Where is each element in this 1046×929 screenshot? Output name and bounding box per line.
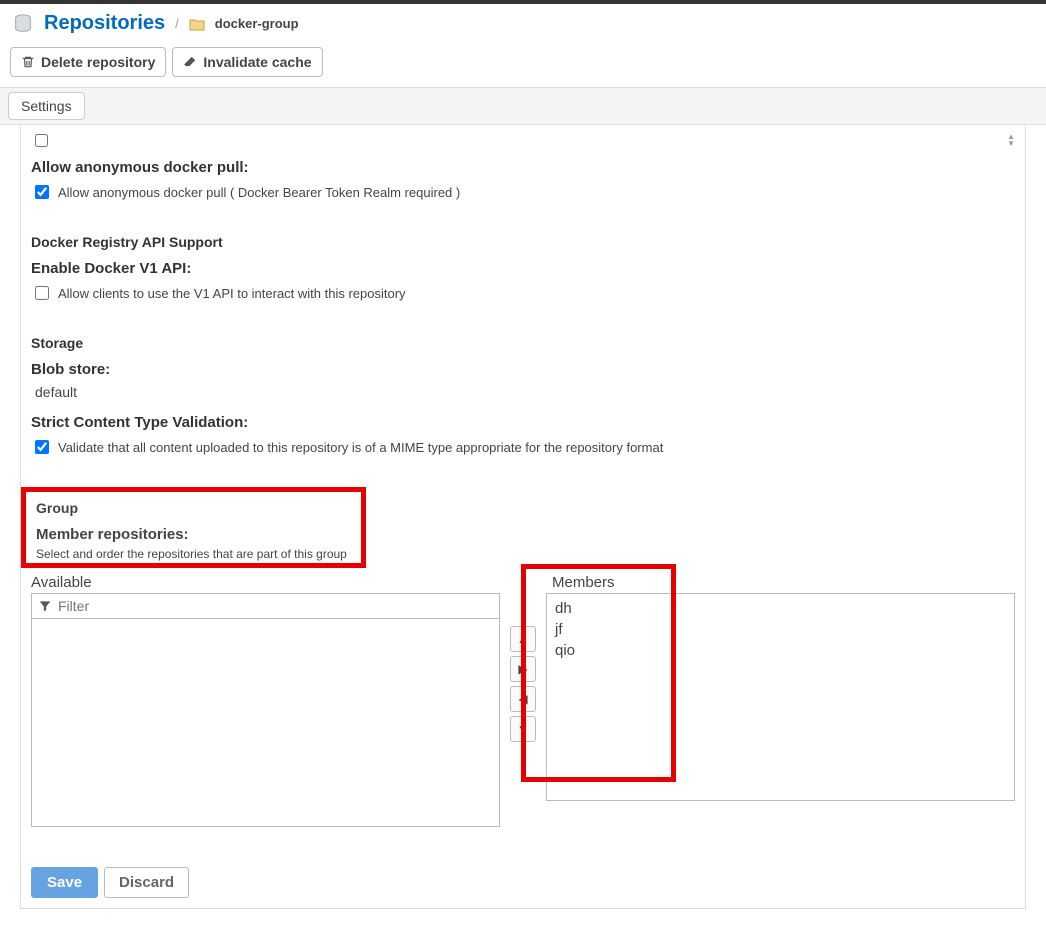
api-section: Docker Registry API Support	[31, 234, 1015, 250]
trash-icon	[21, 55, 35, 69]
members-label: Members	[546, 574, 1015, 591]
anon-heading: Allow anonymous docker pull:	[31, 159, 1015, 176]
strict-label: Validate that all content uploaded to th…	[58, 440, 663, 455]
move-up-button[interactable]: ▲	[510, 626, 536, 652]
dual-list: Available ▲ ▶ ◀ ▼ Members dhjfqio	[31, 574, 1015, 827]
database-icon	[12, 13, 34, 35]
folder-icon	[189, 17, 205, 31]
chevron-right-icon: ▶	[518, 662, 527, 676]
anon-label: Allow anonymous docker pull ( Docker Bea…	[58, 185, 460, 200]
anon-check-row[interactable]: Allow anonymous docker pull ( Docker Bea…	[31, 182, 1015, 202]
add-button[interactable]: ▶	[510, 656, 536, 682]
strict-heading: Strict Content Type Validation:	[31, 414, 1015, 431]
remove-button[interactable]: ◀	[510, 686, 536, 712]
list-item[interactable]: jf	[551, 619, 1010, 640]
settings-panel: ▲ ▼ Allow anonymous docker pull: Allow a…	[20, 125, 1026, 909]
group-highlight: Group Member repositories: Select and or…	[21, 487, 366, 568]
eraser-icon	[183, 55, 197, 69]
group-section: Group	[36, 500, 347, 516]
chevron-down-icon: ▼	[517, 722, 529, 736]
list-item[interactable]: qio	[551, 640, 1010, 661]
delete-repository-label: Delete repository	[41, 54, 155, 70]
members-col: Members dhjfqio	[546, 574, 1015, 827]
api-check-row[interactable]: Allow clients to use the V1 API to inter…	[31, 283, 1015, 303]
numeric-row: ▲ ▼	[31, 129, 1015, 151]
chevron-down-icon: ▼	[1007, 140, 1015, 147]
invalidate-cache-button[interactable]: Invalidate cache	[172, 47, 322, 77]
action-bar: Delete repository Invalidate cache	[0, 43, 1046, 87]
breadcrumb-repo: docker-group	[215, 16, 299, 31]
blob-heading: Blob store:	[31, 361, 1015, 378]
tab-bar: Settings	[0, 87, 1046, 125]
list-item[interactable]: dh	[551, 598, 1010, 619]
chevron-up-icon: ▲	[517, 632, 529, 646]
bottom-buttons: Save Discard	[31, 867, 1015, 898]
spinner-arrows[interactable]: ▲ ▼	[1007, 133, 1015, 147]
api-label: Allow clients to use the V1 API to inter…	[58, 286, 406, 301]
tab-settings[interactable]: Settings	[8, 92, 85, 120]
filter-icon	[38, 599, 52, 613]
numeric-input[interactable]	[59, 129, 999, 151]
blob-value: default	[31, 384, 1015, 400]
member-help: Select and order the repositories that a…	[36, 547, 347, 561]
available-col: Available	[31, 574, 500, 827]
transfer-buttons: ▲ ▶ ◀ ▼	[510, 626, 536, 742]
chevron-left-icon: ◀	[518, 692, 527, 706]
api-checkbox[interactable]	[35, 286, 49, 300]
anon-checkbox[interactable]	[35, 185, 49, 199]
delete-repository-button[interactable]: Delete repository	[10, 47, 166, 77]
save-button[interactable]: Save	[31, 867, 98, 898]
numeric-enable-checkbox[interactable]	[35, 134, 48, 147]
move-down-button[interactable]: ▼	[510, 716, 536, 742]
available-listbox[interactable]	[31, 619, 500, 827]
breadcrumb: Repositories / docker-group	[0, 4, 1046, 43]
members-listbox[interactable]: dhjfqio	[546, 593, 1015, 801]
page-title-link[interactable]: Repositories	[44, 12, 165, 35]
filter-wrap	[31, 593, 500, 619]
breadcrumb-sep: /	[175, 16, 179, 31]
api-heading: Enable Docker V1 API:	[31, 260, 1015, 277]
member-heading: Member repositories:	[36, 526, 347, 543]
filter-input[interactable]	[56, 597, 493, 615]
discard-button[interactable]: Discard	[104, 867, 189, 898]
invalidate-cache-label: Invalidate cache	[203, 54, 311, 70]
available-label: Available	[31, 574, 500, 591]
strict-check-row[interactable]: Validate that all content uploaded to th…	[31, 437, 1015, 457]
strict-checkbox[interactable]	[35, 440, 49, 454]
storage-section: Storage	[31, 335, 1015, 351]
